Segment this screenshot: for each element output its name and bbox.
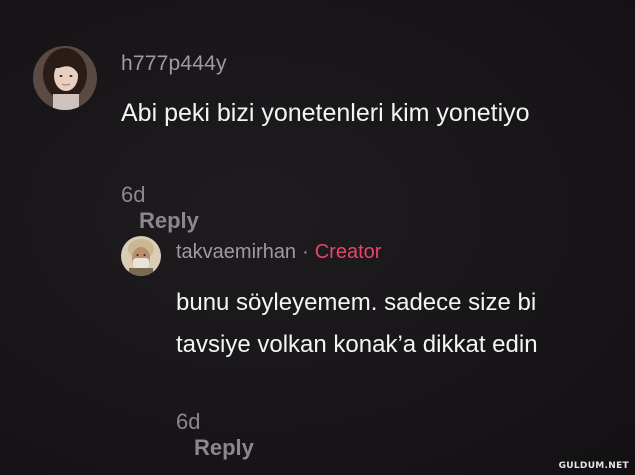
comment-header: takvaemirhan · Creator [176,241,381,264]
comment-text: Abi peki bizi yonetenleri kim yonetiyo [121,99,530,127]
comment-username[interactable]: takvaemirhan [176,241,296,263]
watermark: GULDUM.NET [558,461,629,471]
comment-text: bunu söyleyemem. sadece size bi tavsiye … [176,289,538,358]
avatar[interactable] [33,46,97,110]
reply-button[interactable]: Reply [139,208,199,233]
comment-meta: 6d Reply [121,182,199,234]
comment-meta: 6d Reply [176,409,254,461]
comment-time: 6d [121,182,146,207]
avatar[interactable] [121,236,161,276]
user-photo-avatar-icon [121,236,161,276]
separator-dot: · [302,241,309,263]
reply-button[interactable]: Reply [194,435,254,460]
user-photo-avatar-icon [33,46,97,110]
creator-badge: Creator [314,241,382,263]
comment-time: 6d [176,409,201,434]
comment-username[interactable]: h777p444y [121,52,227,76]
